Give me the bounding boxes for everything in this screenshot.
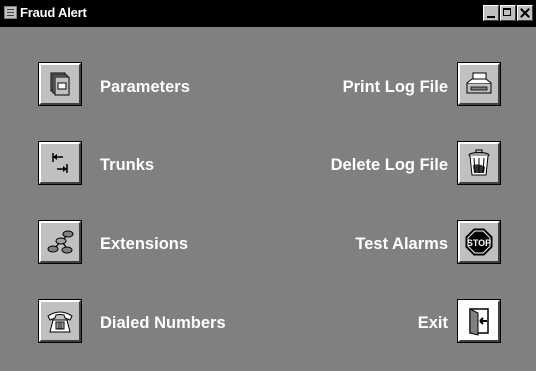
main-panel: Parameters Trunks Extensions Dialed Numb…	[0, 27, 536, 371]
trunks-button[interactable]	[39, 142, 81, 184]
exit-button[interactable]	[458, 300, 500, 342]
trash-can-icon	[468, 149, 490, 176]
title-bar[interactable]: Fraud Alert	[0, 0, 536, 27]
test-alarms-label[interactable]: Test Alarms	[355, 234, 448, 254]
extensions-icon	[47, 230, 74, 254]
print-log-file-label[interactable]: Print Log File	[343, 77, 448, 97]
window-menu-icon[interactable]	[4, 6, 17, 19]
parameters-button[interactable]	[39, 63, 81, 105]
test-alarms-button[interactable]: STOP	[458, 221, 500, 263]
exit-door-icon	[469, 308, 489, 336]
window-title: Fraud Alert	[20, 5, 87, 20]
delete-log-file-label[interactable]: Delete Log File	[331, 155, 448, 175]
exit-label[interactable]: Exit	[418, 313, 448, 333]
telephone-icon	[47, 311, 73, 333]
maximize-button[interactable]	[500, 5, 516, 21]
printer-icon	[466, 72, 492, 94]
trunks-icon	[52, 153, 68, 173]
minimize-button[interactable]	[483, 5, 499, 21]
parameters-icon	[50, 72, 70, 96]
print-log-file-button[interactable]	[458, 63, 500, 105]
extensions-label[interactable]: Extensions	[100, 234, 188, 254]
fraud-alert-window: Fraud Alert Parameters Trunks Extensions…	[0, 0, 536, 371]
close-button[interactable]	[517, 5, 533, 21]
dialed-numbers-label[interactable]: Dialed Numbers	[100, 313, 226, 333]
trunks-label[interactable]: Trunks	[100, 155, 154, 175]
extensions-button[interactable]	[39, 221, 81, 263]
parameters-label[interactable]: Parameters	[100, 77, 190, 97]
stop-sign-icon: STOP	[465, 228, 493, 256]
dialed-numbers-button[interactable]	[39, 300, 81, 342]
stop-sign-text: STOP	[467, 238, 491, 248]
delete-log-file-button[interactable]	[458, 142, 500, 184]
